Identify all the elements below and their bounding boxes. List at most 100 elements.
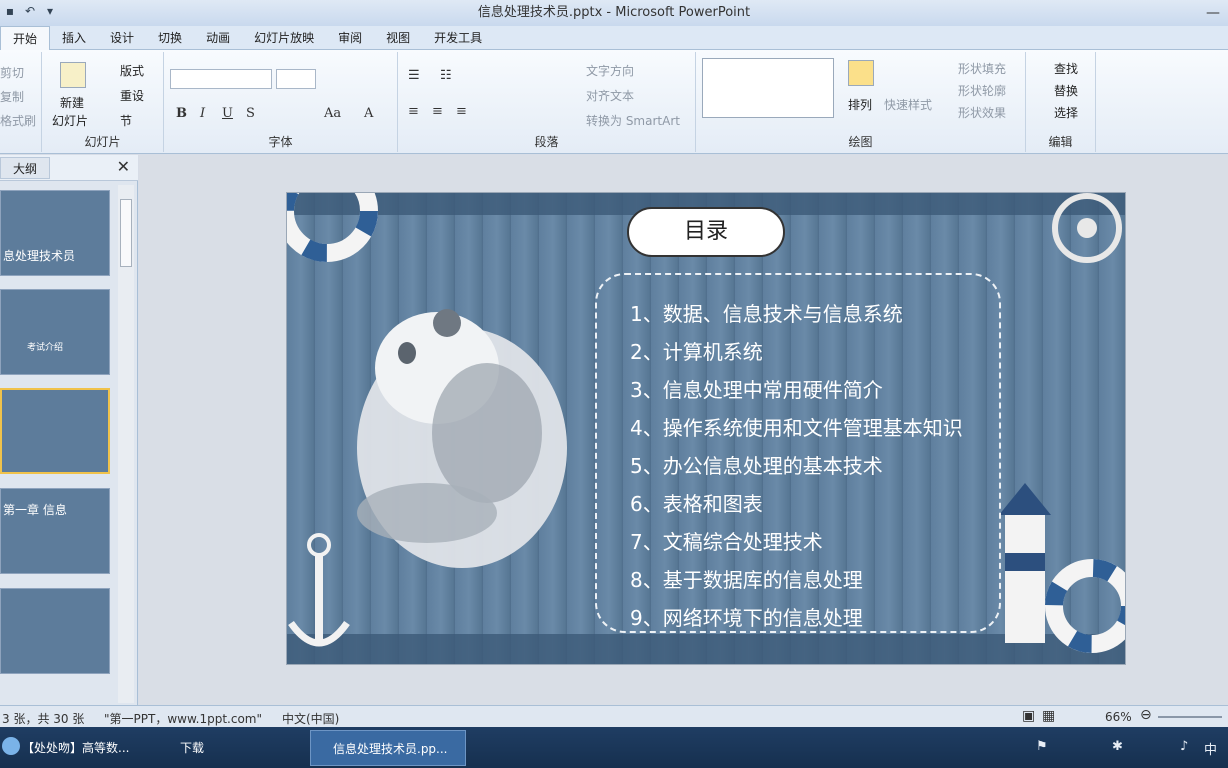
language-indicator[interactable]: 中文(中国) [282, 710, 339, 727]
list-item: 8、基于数据库的信息处理 [630, 568, 863, 592]
list-item: 2、计算机系统 [630, 340, 763, 364]
slide-thumbnail[interactable] [0, 588, 110, 674]
new-slide-button[interactable]: 新建 [60, 94, 84, 111]
ship-wheel [1052, 193, 1122, 263]
zoom-out-icon[interactable]: ⊖ [1140, 707, 1152, 723]
window-title: 信息处理技术员.pptx - Microsoft PowerPoint [477, 5, 751, 20]
tab-design[interactable]: 设计 [98, 26, 146, 49]
italic-icon[interactable]: I [200, 106, 205, 121]
shape-fill-button[interactable]: 形状填充 [958, 60, 1006, 77]
tab-slideshow[interactable]: 幻灯片放映 [242, 26, 326, 49]
customize-qat-icon[interactable]: ▾ [42, 3, 58, 19]
slides-group-label: 幻灯片 [84, 135, 121, 149]
anchor [288, 533, 350, 647]
select-button[interactable]: 选择 [1054, 104, 1078, 121]
arrange-button[interactable]: 排列 [848, 96, 872, 113]
shape-outline-button[interactable]: 形状轮廓 [958, 82, 1006, 99]
tab-transitions[interactable]: 切换 [146, 26, 194, 49]
quick-styles-button[interactable]: 快速样式 [884, 96, 932, 113]
list-item: 1、数据、信息技术与信息系统 [630, 302, 903, 326]
shape-effects-button[interactable]: 形状效果 [958, 104, 1006, 121]
ribbon-tabs: 开始 插入 设计 切换 动画 幻灯片放映 审阅 视图 开发工具 [0, 26, 1228, 51]
list-item: 6、表格和图表 [630, 492, 763, 516]
arrange-icon[interactable] [848, 60, 874, 86]
ime-indicator[interactable]: 中 [1204, 739, 1217, 758]
font-size-dropdown[interactable] [276, 69, 316, 89]
slide[interactable]: 目录 1、数据、信息技术与信息系统 2、计算机系统 3、信息处理中常用硬件简介 … [286, 192, 1126, 665]
taskbar-item-downloads[interactable]: 下载 [158, 730, 306, 766]
numbering-icon[interactable]: ☷ [440, 68, 452, 83]
copy-button[interactable]: 复制 [0, 88, 24, 105]
slide-title[interactable]: 目录 [627, 207, 785, 257]
align-right-icon[interactable]: ≡ [456, 104, 467, 119]
shadow-icon[interactable]: S [246, 106, 255, 121]
bold-icon[interactable]: B [176, 106, 187, 121]
tab-animations[interactable]: 动画 [194, 26, 242, 49]
editing-group-label: 编辑 [1048, 135, 1073, 149]
minimize-icon[interactable]: — [1206, 0, 1220, 26]
slide-thumbnail-selected[interactable] [0, 388, 110, 474]
tab-outline[interactable]: 大纲 [0, 157, 50, 179]
slide-thumbnail[interactable]: 考试介绍 [0, 289, 110, 375]
underline-icon[interactable]: U [222, 106, 233, 121]
cut-button[interactable]: 剪切 [0, 64, 24, 81]
section-button[interactable]: 节 [120, 112, 132, 129]
align-center-icon[interactable]: ≡ [432, 104, 443, 119]
format-painter-button[interactable]: 格式刷 [0, 112, 36, 129]
bullets-icon[interactable]: ☰ [408, 68, 420, 83]
paragraph-group: ☰ ☷ ≡ ≡ ≡ 文字方向 对齐文本 转换为 SmartArt 段落 [398, 52, 696, 152]
table-of-contents[interactable]: 1、数据、信息技术与信息系统 2、计算机系统 3、信息处理中常用硬件简介 4、操… [630, 299, 963, 641]
text-direction-button[interactable]: 文字方向 [586, 62, 634, 79]
shapes-gallery[interactable] [702, 58, 834, 118]
zoom-level[interactable]: 66% [1105, 710, 1132, 724]
list-item: 7、文稿综合处理技术 [630, 530, 823, 554]
replace-button[interactable]: 替换 [1054, 82, 1078, 99]
new-slide-label[interactable]: 幻灯片 [52, 112, 88, 129]
tab-view[interactable]: 视图 [374, 26, 422, 49]
convert-smartart-button[interactable]: 转换为 SmartArt [586, 112, 680, 129]
tab-review[interactable]: 审阅 [326, 26, 374, 49]
list-item: 4、操作系统使用和文件管理基本知识 [630, 416, 963, 440]
bluetooth-icon[interactable]: ✱ [1112, 739, 1123, 754]
align-left-icon[interactable]: ≡ [408, 104, 419, 119]
taskbar-item-powerpoint[interactable]: 信息处理技术员.pp... [310, 730, 466, 766]
tab-insert[interactable]: 插入 [50, 26, 98, 49]
editing-group: 查找 替换 选择 编辑 [1026, 52, 1096, 152]
font-group-label: 字体 [268, 135, 293, 149]
font-color-icon[interactable]: A [364, 106, 373, 121]
undo-icon[interactable]: ↶ [22, 3, 38, 19]
find-button[interactable]: 查找 [1054, 60, 1078, 77]
paragraph-group-label: 段落 [534, 135, 559, 149]
close-icon[interactable]: ✕ [117, 157, 130, 176]
align-text-button[interactable]: 对齐文本 [586, 87, 634, 104]
save-icon[interactable]: ▪ [2, 3, 18, 19]
tab-developer[interactable]: 开发工具 [422, 26, 494, 49]
font-name-dropdown[interactable] [170, 69, 272, 89]
thumbnails-scrollbar[interactable] [118, 185, 134, 703]
volume-icon[interactable]: ♪ [1180, 739, 1188, 754]
lighthouse [999, 483, 1051, 643]
lifebuoy-bottom-right [1045, 559, 1125, 653]
drawing-group: 排列 快速样式 形状填充 形状轮廓 形状效果 绘图 [696, 52, 1026, 152]
layout-button[interactable]: 版式 [120, 62, 144, 79]
normal-view-icon[interactable]: ▣ [1022, 708, 1035, 724]
reset-button[interactable]: 重设 [120, 87, 144, 104]
panel-header: 大纲 ✕ [0, 155, 138, 181]
slide-sorter-icon[interactable]: ▦ [1042, 708, 1055, 724]
title-bar: ▪ ↶ ▾ 信息处理技术员.pptx - Microsoft PowerPoin… [0, 0, 1228, 26]
flag-icon[interactable]: ⚑ [1036, 739, 1048, 754]
quick-access-toolbar: ▪ ↶ ▾ [2, 3, 58, 19]
slide-counter: 3 张，共 30 张 [2, 712, 85, 726]
zoom-slider[interactable] [1158, 716, 1222, 718]
new-slide-icon[interactable] [60, 62, 86, 88]
list-item: 5、办公信息处理的基本技术 [630, 454, 883, 478]
lifebuoy-top-left [287, 193, 378, 262]
tab-home[interactable]: 开始 [0, 26, 51, 51]
slide-thumbnail[interactable]: 第一章 信息 [0, 488, 110, 574]
slides-group: 新建 幻灯片 版式 重设 节 幻灯片 [42, 52, 164, 152]
theme-name[interactable]: "第一PPT，www.1ppt.com" [104, 710, 262, 727]
scrollbar-thumb[interactable] [120, 199, 132, 267]
slide-thumbnail[interactable]: 息处理技术员 [0, 190, 110, 276]
change-case-icon[interactable]: Aa [324, 106, 341, 121]
taskbar-item-browser[interactable]: 【处处吻】高等数... [0, 730, 148, 766]
